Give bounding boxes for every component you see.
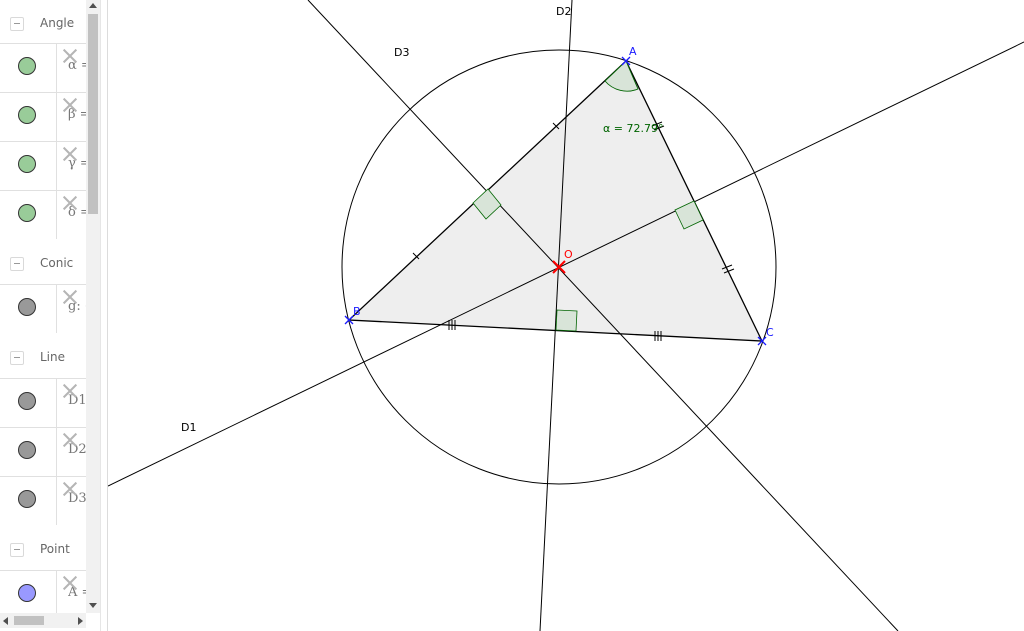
delete-icon[interactable] — [62, 575, 78, 591]
group-header-angle[interactable]: Angle — [0, 0, 86, 40]
horizontal-scrollbar[interactable] — [0, 613, 86, 628]
marble-cell — [0, 379, 57, 427]
scroll-left-icon[interactable] — [3, 617, 8, 625]
algebra-row[interactable]: A = — [0, 570, 86, 619]
algebra-row[interactable]: g: ( — [0, 284, 86, 333]
delete-icon[interactable] — [62, 289, 78, 305]
label-point-o: O — [564, 248, 573, 261]
group-label: Angle — [40, 16, 75, 30]
delete-icon[interactable] — [62, 195, 78, 211]
label-point-c: C — [766, 326, 774, 339]
marble-cell — [0, 44, 57, 92]
delete-icon[interactable] — [62, 432, 78, 448]
visibility-toggle-icon[interactable] — [18, 298, 36, 316]
scroll-up-icon[interactable] — [89, 3, 97, 8]
vertical-scrollbar[interactable] — [86, 0, 100, 613]
scroll-thumb-horizontal[interactable] — [14, 616, 44, 625]
visibility-toggle-icon[interactable] — [18, 392, 36, 410]
group-header-line[interactable]: Line — [0, 334, 86, 374]
label-line-d2: D2 — [556, 5, 571, 18]
triangle-abc[interactable] — [347, 59, 764, 342]
label-angle-alpha: α = 72.79° — [603, 122, 663, 135]
algebra-row[interactable]: γ = — [0, 141, 86, 190]
visibility-toggle-icon[interactable] — [18, 155, 36, 173]
marble-cell — [0, 93, 57, 141]
delete-icon[interactable] — [62, 48, 78, 64]
algebra-view: Angle α =β =γ =δ = Conic g: ( Line D1D2D3 Poin… — [0, 0, 101, 631]
visibility-toggle-icon[interactable] — [18, 106, 36, 124]
marble-cell — [0, 142, 57, 190]
scroll-right-icon[interactable] — [78, 617, 83, 625]
label-line-d1: D1 — [181, 421, 196, 434]
marble-cell — [0, 285, 57, 333]
scroll-down-icon[interactable] — [89, 603, 97, 608]
label-line-d3: D3 — [394, 46, 409, 59]
algebra-row[interactable]: D1 — [0, 378, 86, 427]
collapse-icon[interactable] — [10, 17, 24, 31]
collapse-icon[interactable] — [10, 543, 24, 557]
delete-icon[interactable] — [62, 383, 78, 399]
algebra-row[interactable]: β = — [0, 92, 86, 141]
visibility-toggle-icon[interactable] — [18, 584, 36, 602]
group-header-point[interactable]: Point — [0, 526, 86, 566]
scroll-thumb[interactable] — [88, 14, 98, 214]
delete-icon[interactable] — [62, 146, 78, 162]
group-label: Point — [40, 542, 70, 556]
algebra-row[interactable]: δ = — [0, 190, 86, 239]
right-angle-marker-bc — [555, 309, 578, 332]
marble-cell — [0, 571, 57, 619]
group-label: Line — [40, 350, 66, 364]
collapse-icon[interactable] — [10, 351, 24, 365]
visibility-toggle-icon[interactable] — [18, 490, 36, 508]
graphics-view[interactable]: A B C O D1 D2 D3 α = 72.79° — [108, 0, 1024, 631]
visibility-toggle-icon[interactable] — [18, 204, 36, 222]
label-point-b: B — [353, 305, 361, 318]
marble-cell — [0, 191, 57, 239]
algebra-row[interactable]: α = — [0, 43, 86, 92]
visibility-toggle-icon[interactable] — [18, 441, 36, 459]
algebra-row[interactable]: D2 — [0, 427, 86, 476]
label-point-a: A — [629, 45, 637, 58]
collapse-icon[interactable] — [10, 257, 24, 271]
group-label: Conic — [40, 256, 74, 270]
view-divider[interactable] — [100, 0, 108, 631]
marble-cell — [0, 428, 57, 476]
group-header-conic[interactable]: Conic — [0, 240, 86, 280]
delete-icon[interactable] — [62, 481, 78, 497]
visibility-toggle-icon[interactable] — [18, 57, 36, 75]
marble-cell — [0, 477, 57, 525]
algebra-row[interactable]: D3 — [0, 476, 86, 525]
delete-icon[interactable] — [62, 97, 78, 113]
